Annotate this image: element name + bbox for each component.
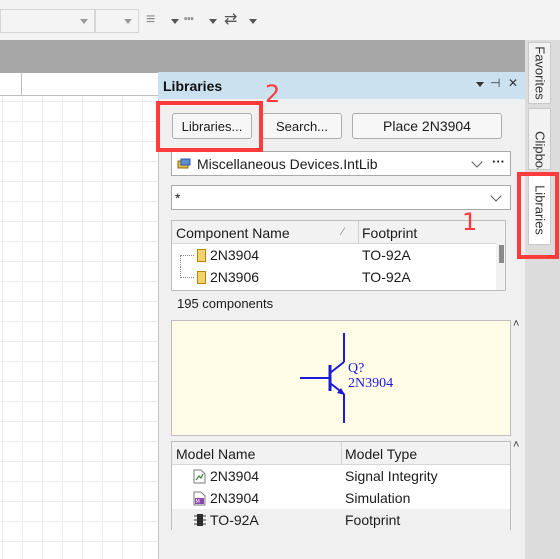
model-type: Footprint	[345, 512, 401, 528]
column-header-model-type[interactable]: Model Type	[345, 446, 417, 462]
tab-clipboard-label: Clipboard	[532, 131, 547, 170]
panel-title-bar: Libraries ⊣ ✕	[158, 72, 525, 99]
symbol-preview: Q? 2N3904	[171, 320, 511, 436]
filter-combo[interactable]: *	[171, 185, 511, 210]
library-selector-value: Miscellaneous Devices.IntLib	[197, 156, 378, 172]
column-header-model-name[interactable]: Model Name	[176, 446, 255, 462]
align-dropdown[interactable]	[171, 19, 179, 24]
tree-line	[180, 255, 194, 256]
table-row[interactable]: M 2N3904 Simulation	[172, 487, 510, 509]
table-row[interactable]: 2N3904 TO-92A	[172, 244, 492, 267]
model-name: 2N3904	[210, 468, 260, 484]
component-icon	[197, 271, 206, 284]
component-footprint: TO-92A	[362, 269, 411, 285]
sort-indicator-icon: ⁄	[342, 226, 344, 238]
component-icon	[197, 249, 206, 262]
column-header-component-name[interactable]: Component Name	[176, 225, 290, 241]
component-grid[interactable]: Component Name ⁄ Footprint 2N3904 TO-92A…	[171, 220, 506, 291]
annotation-highlight-libraries-tab	[517, 172, 559, 259]
search-button[interactable]: Search...	[262, 113, 342, 139]
collapse-models-icon[interactable]: ˄	[513, 439, 519, 451]
footprint-icon	[194, 513, 206, 527]
close-icon[interactable]: ✕	[508, 76, 518, 90]
library-more-button[interactable]: ···	[492, 154, 505, 169]
designator-label: Q?	[348, 361, 365, 376]
annotation-highlight-libraries-button	[156, 101, 263, 152]
panel-menu-icon[interactable]	[476, 77, 484, 87]
model-grid[interactable]: Model Name Model Type 2N3904 Signal Inte…	[171, 441, 511, 531]
library-selector[interactable]: Miscellaneous Devices.IntLib ···	[171, 151, 511, 176]
align-icon[interactable]: ≡	[146, 12, 155, 28]
svg-text:M: M	[196, 499, 200, 505]
chevron-down-icon	[80, 19, 88, 24]
tab-clipboard[interactable]: Clipboard	[528, 108, 551, 170]
line-style-dropdown[interactable]	[209, 19, 217, 24]
font-name-combo[interactable]	[0, 9, 95, 33]
simulation-icon: M	[193, 491, 206, 506]
component-grid-scrollbar[interactable]	[496, 243, 505, 290]
component-count: 195 components	[177, 296, 274, 311]
tab-favorites[interactable]: Favorites	[528, 42, 551, 104]
component-name: 2N3906	[210, 269, 260, 285]
schematic-canvas[interactable]	[0, 73, 160, 559]
model-name: TO-92A	[210, 512, 259, 528]
component-grid-header: Component Name ⁄ Footprint	[172, 221, 505, 244]
component-name: 2N3904	[210, 247, 260, 263]
table-row[interactable]: TO-92A Footprint	[172, 509, 510, 531]
annotation-step-1: 1	[462, 208, 478, 236]
collapse-preview-icon[interactable]: ˄	[513, 318, 519, 330]
model-type: Simulation	[345, 490, 411, 506]
line-style-icon[interactable]: ┅	[184, 12, 194, 28]
column-header-footprint[interactable]: Footprint	[362, 225, 417, 241]
component-footprint: TO-92A	[362, 247, 411, 263]
chevron-down-icon	[490, 190, 502, 202]
model-type: Signal Integrity	[345, 468, 438, 484]
place-button[interactable]: Place 2N3904	[352, 113, 502, 139]
scrollbar-thumb[interactable]	[499, 245, 504, 263]
panel-title: Libraries	[163, 78, 223, 94]
font-size-combo[interactable]	[95, 9, 139, 33]
tab-favorites-label: Favorites	[532, 46, 547, 100]
chevron-down-icon	[471, 156, 483, 168]
table-row[interactable]: 2N3906 TO-92A	[172, 266, 492, 288]
document-tab-strip	[0, 40, 525, 73]
pin-icon[interactable]: ⊣	[490, 76, 500, 90]
arrange-icon[interactable]: ⇄	[224, 12, 237, 28]
signal-integrity-icon	[193, 469, 206, 484]
model-grid-header: Model Name Model Type	[172, 442, 510, 465]
library-icon	[177, 157, 191, 169]
annotation-step-2: 2	[265, 80, 281, 108]
model-name: 2N3904	[210, 490, 260, 506]
table-row[interactable]: 2N3904 Signal Integrity	[172, 465, 510, 487]
top-toolbar: ≡ ┅ ⇄	[0, 0, 560, 40]
chevron-down-icon	[124, 19, 132, 24]
arrange-dropdown[interactable]	[249, 19, 257, 24]
filter-input[interactable]: *	[175, 190, 180, 206]
tree-line	[180, 277, 194, 278]
library-selector-chevron[interactable]	[464, 152, 490, 175]
comment-label: 2N3904	[348, 376, 394, 391]
sheet-border	[0, 73, 160, 96]
